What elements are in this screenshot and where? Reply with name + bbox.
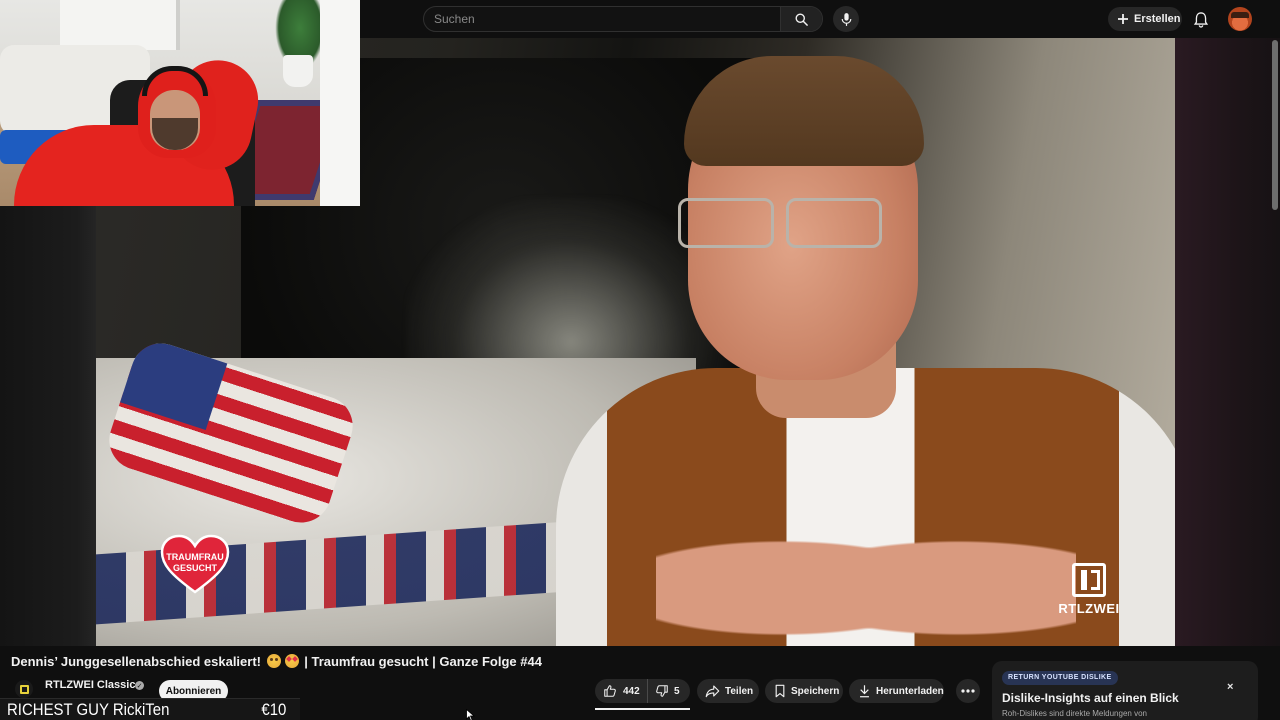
- video-title-part2: | Traumfrau gesucht | Ganze Folge #44: [304, 654, 542, 669]
- donation-amount: €10: [261, 700, 286, 719]
- verified-icon: ✓: [135, 681, 144, 690]
- like-button[interactable]: 442: [595, 679, 648, 703]
- thumbs-up-icon: [604, 685, 616, 697]
- broadcaster-logo: RTLZWEI: [1051, 563, 1127, 616]
- emoji-icon: [266, 654, 281, 668]
- return-dislike-title: Dislike-Insights auf einen Blick: [1002, 691, 1179, 705]
- channel-logo-mark: [19, 684, 29, 694]
- broadcaster-logo-text: RTLZWEI: [1058, 601, 1120, 616]
- page-scrollbar[interactable]: [1272, 40, 1278, 210]
- save-button[interactable]: Speichern: [765, 679, 843, 703]
- save-label: Speichern: [791, 685, 840, 697]
- like-count: 442: [623, 685, 640, 697]
- return-dislike-badge: RETURN YOUTUBE DISLIKE: [1002, 671, 1118, 685]
- search-input[interactable]: [424, 7, 781, 31]
- like-dislike-group: 442 5: [595, 679, 690, 703]
- video-title: Dennis’ Junggesellenabschied eskaliert! …: [11, 654, 542, 669]
- mic-icon: [841, 12, 851, 26]
- channel-name[interactable]: RTLZWEI Classics: [45, 679, 142, 691]
- search-box[interactable]: [423, 6, 823, 32]
- notifications-button[interactable]: [1190, 8, 1212, 30]
- more-horizontal-icon: [961, 689, 975, 693]
- search-button[interactable]: [780, 7, 822, 31]
- download-button[interactable]: Herunterladen: [849, 679, 944, 703]
- channel-avatar[interactable]: [15, 680, 33, 698]
- create-button[interactable]: Erstellen: [1108, 7, 1182, 31]
- emoji-icon: [284, 654, 299, 668]
- bell-icon: [1193, 11, 1209, 28]
- bookmark-icon: [775, 684, 785, 698]
- video-person-glasses: [678, 198, 888, 248]
- dislike-button[interactable]: 5: [648, 684, 680, 698]
- return-dislike-card: RETURN YOUTUBE DISLIKE × Dislike-Insight…: [992, 661, 1258, 720]
- like-ratio-bar: [595, 708, 690, 710]
- return-dislike-subtitle: Roh-Dislikes sind direkte Meldungen von: [1002, 709, 1147, 718]
- create-label: Erstellen: [1134, 13, 1181, 25]
- search-icon: [795, 13, 808, 26]
- plus-icon: [1118, 14, 1128, 24]
- broadcaster-logo-mark: [1072, 563, 1106, 597]
- share-icon: [705, 685, 720, 698]
- show-logo-line1: TRAUMFRAU: [166, 552, 224, 562]
- download-label: Herunterladen: [876, 685, 944, 697]
- streamer-webcam: [0, 0, 360, 206]
- account-avatar[interactable]: [1228, 7, 1252, 31]
- more-actions-button[interactable]: [956, 679, 980, 703]
- video-person-hands: [656, 508, 1076, 646]
- ambient-backdrop-right: [1175, 38, 1280, 646]
- video-person-hair: [684, 56, 924, 166]
- download-icon: [860, 685, 869, 698]
- dislike-count: 5: [674, 685, 680, 697]
- share-label: Teilen: [725, 685, 754, 697]
- close-icon[interactable]: ×: [1227, 681, 1233, 693]
- show-heart-logo: TRAUMFRAU GESUCHT: [160, 534, 230, 594]
- video-title-part1: Dennis’ Junggesellenabschied eskaliert!: [11, 654, 261, 669]
- share-button[interactable]: Teilen: [697, 679, 759, 703]
- thumbs-down-icon: [656, 685, 668, 697]
- webcam-plant-pot: [283, 55, 313, 87]
- stream-donation-overlay: RICHEST GUY RickiTen €10: [0, 698, 300, 720]
- donation-name: RICHEST GUY RickiTen: [7, 700, 170, 719]
- cursor-icon: [466, 709, 475, 720]
- ambient-backdrop-left: [0, 206, 96, 646]
- show-logo-line2: GESUCHT: [173, 563, 218, 573]
- webcam-window: [60, 0, 180, 50]
- voice-search-button[interactable]: [833, 6, 859, 32]
- webcam-wall: [320, 0, 360, 206]
